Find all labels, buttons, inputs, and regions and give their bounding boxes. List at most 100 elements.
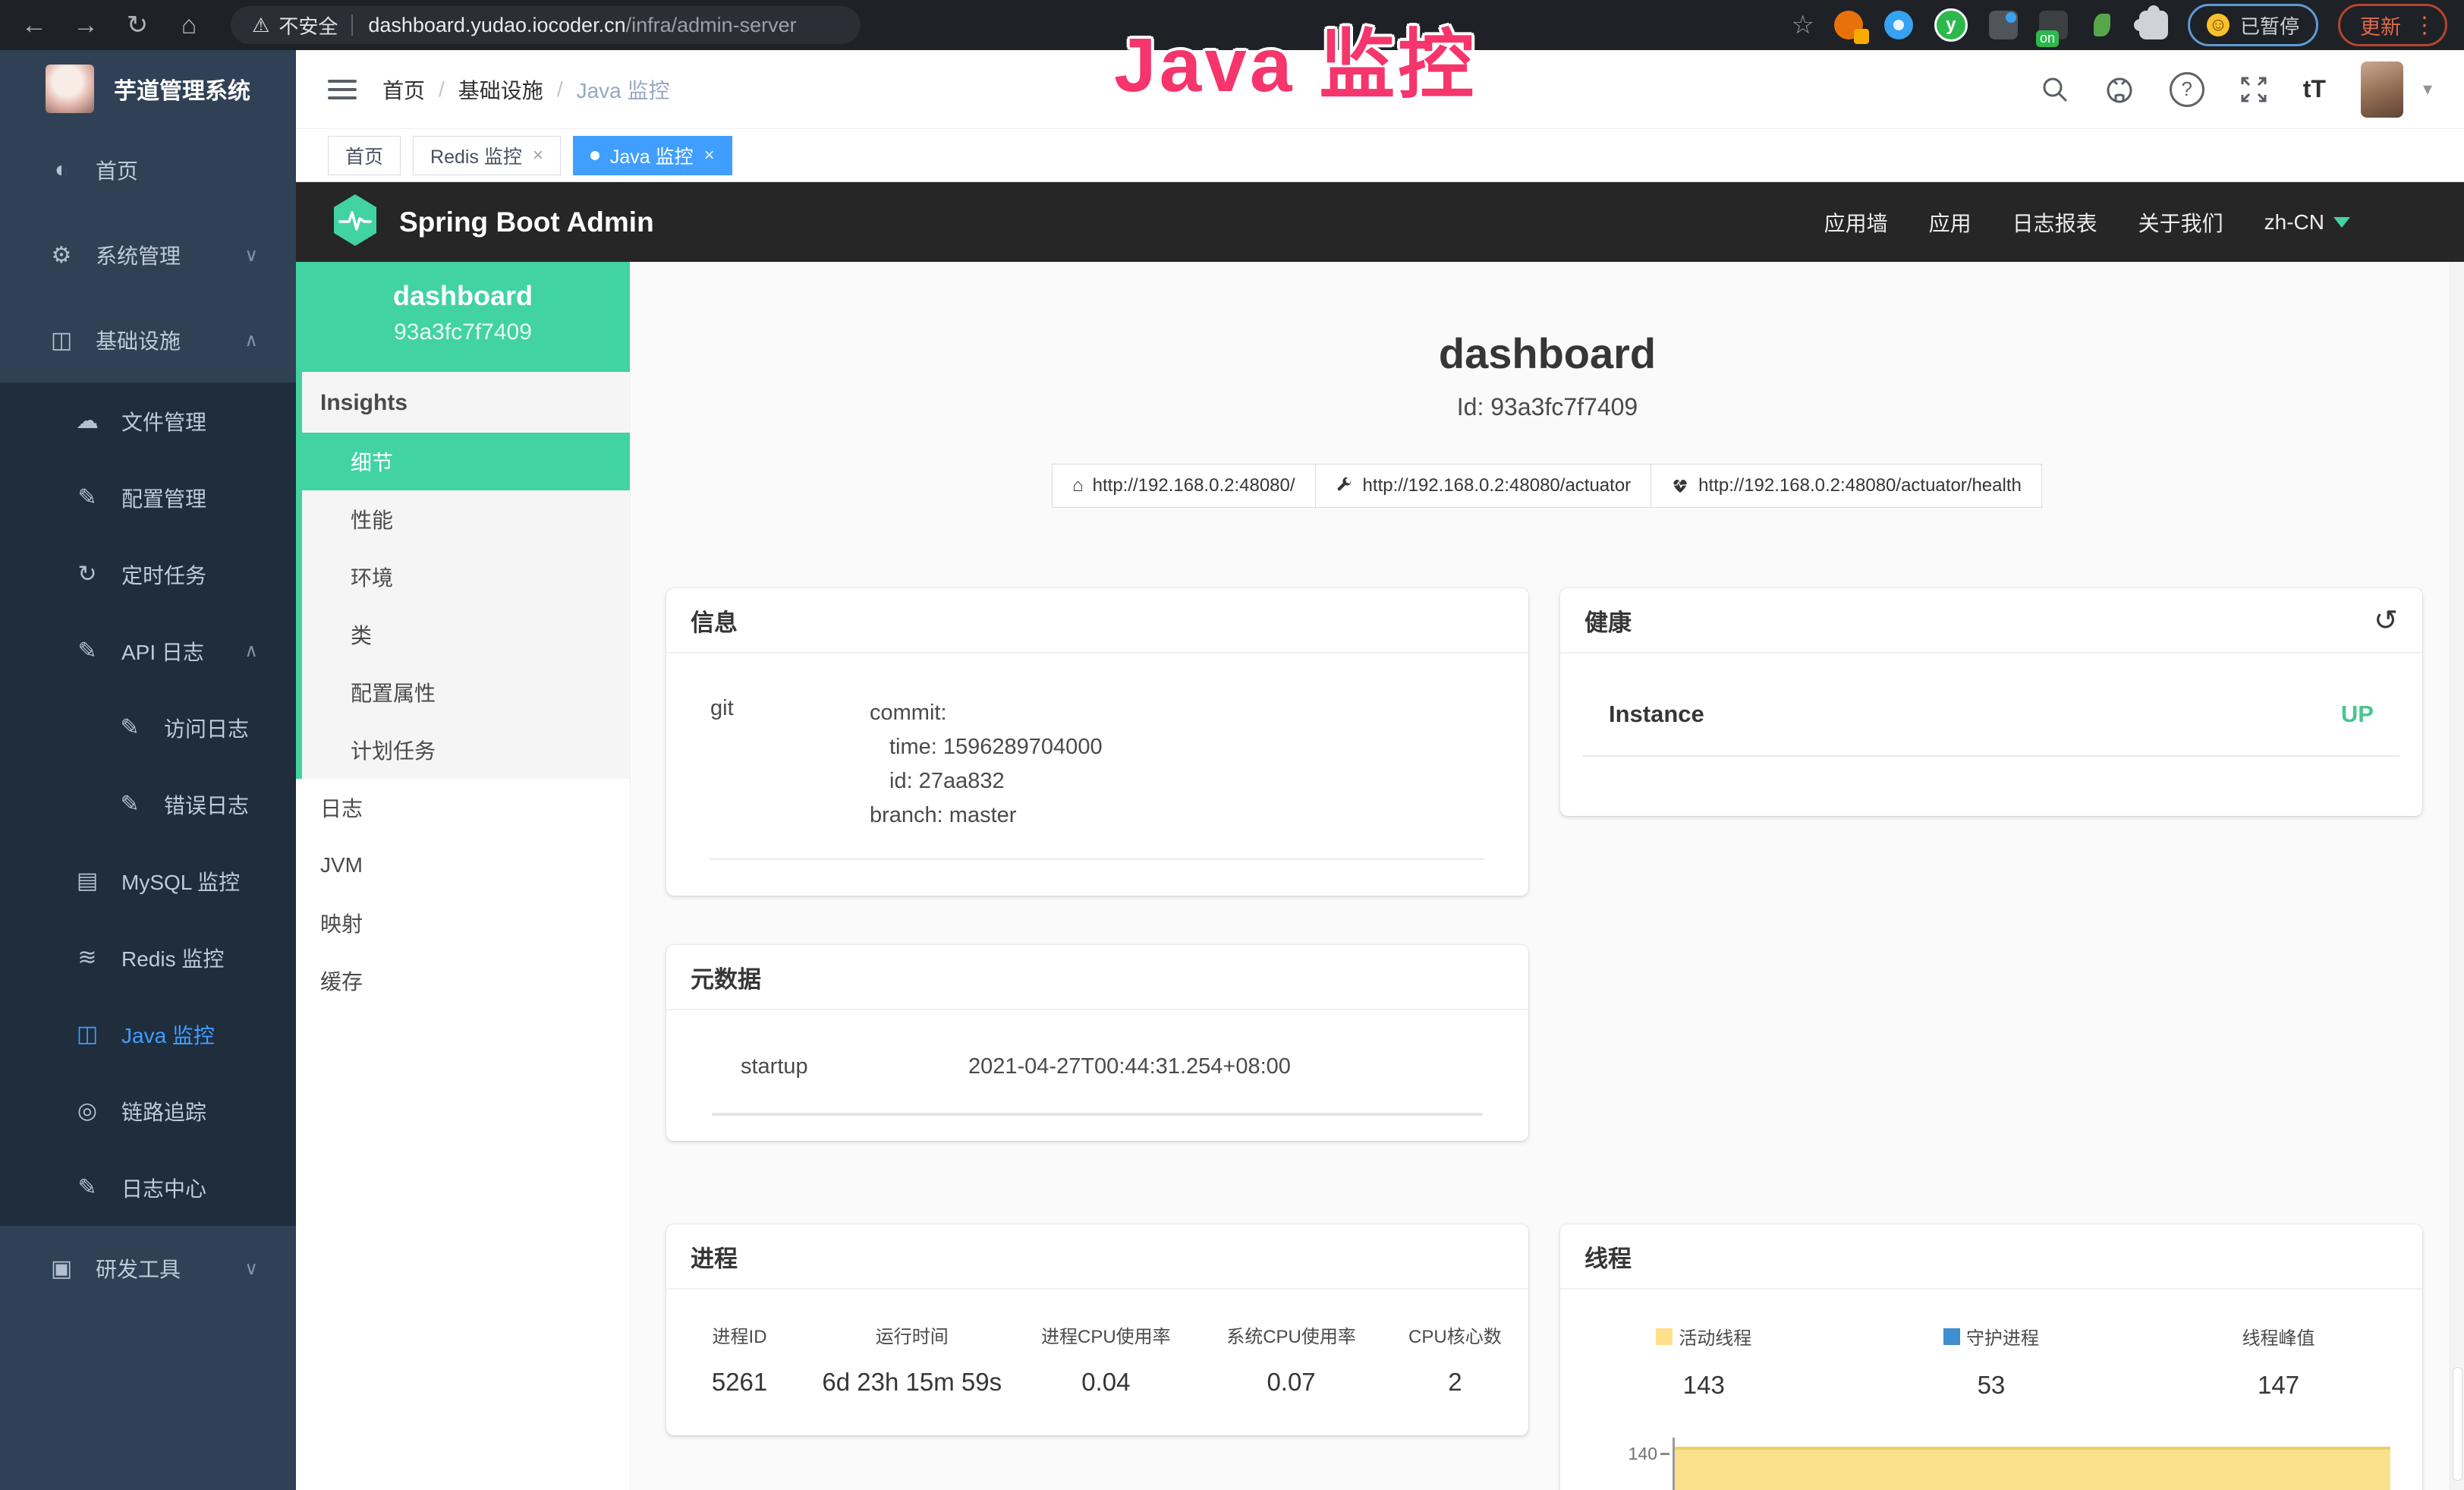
fullscreen-icon[interactable]: [2239, 75, 2268, 104]
sba-item-environment[interactable]: 环境: [302, 548, 630, 606]
puzzle-extensions-icon[interactable]: [2139, 11, 2168, 39]
legend-label: 守护进程: [1966, 1323, 2039, 1350]
reload-icon[interactable]: ↻: [120, 10, 155, 40]
breadcrumb-infra[interactable]: 基础设施: [458, 74, 543, 105]
sidebar-item-scheduled-jobs[interactable]: ↻ 定时任务: [0, 536, 296, 613]
sidebar-item-label: 错误日志: [164, 789, 249, 820]
sba-language-select[interactable]: zh-CN: [2264, 210, 2350, 235]
sidebar-item-home[interactable]: ◐ 首页: [0, 128, 296, 213]
sidebar-item-file-mgmt[interactable]: ☁ 文件管理: [0, 383, 296, 459]
tab-java-monitor[interactable]: Java 监控 ×: [573, 136, 732, 175]
sba-item-jvm[interactable]: JVM: [296, 836, 630, 894]
onetab-extension-icon[interactable]: on: [2039, 11, 2068, 39]
github-icon[interactable]: [2104, 74, 2135, 105]
sba-item-config-props[interactable]: 配置属性: [302, 663, 630, 721]
bookmark-star-icon[interactable]: ☆: [1792, 10, 1814, 40]
content-scrollbar[interactable]: [2450, 262, 2464, 1490]
instance-id-line: Id: 93a3fc7f7409: [631, 393, 2464, 421]
url-path: /infra/admin-server: [626, 14, 797, 36]
forward-icon[interactable]: →: [68, 11, 103, 40]
back-icon[interactable]: ←: [17, 11, 52, 40]
clipboard-icon: ▣: [47, 1255, 76, 1282]
not-secure-warning-icon: ⚠: [252, 14, 269, 37]
url-text[interactable]: dashboard.yudao.iocoder.cn/infra/admin-s…: [368, 14, 796, 37]
extension-icon-orange[interactable]: [1834, 11, 1863, 39]
browser-update-button[interactable]: 更新 ⋮: [2338, 4, 2447, 46]
history-icon[interactable]: ↺: [2374, 603, 2398, 638]
sidebar-item-api-log[interactable]: ✎ API 日志 ∧: [0, 613, 296, 689]
user-avatar[interactable]: [2361, 61, 2403, 118]
sba-item-metrics[interactable]: 性能: [302, 490, 630, 548]
sidebar-item-access-log[interactable]: ✎ 访问日志: [0, 689, 296, 766]
sba-item-caches[interactable]: 缓存: [296, 952, 630, 1010]
avatar-caret-icon[interactable]: ▾: [2423, 78, 2432, 100]
metadata-row-key: startup: [741, 1054, 968, 1079]
info-row-value: commit: time: 1596289704000 id: 27aa832 …: [870, 696, 1103, 833]
scrollbar-thumb[interactable]: [2453, 1367, 2462, 1481]
sidebar-item-label: API 日志: [121, 636, 204, 666]
instance-header[interactable]: dashboard 93a3fc7f7409: [296, 262, 630, 372]
sidebar-item-infra[interactable]: ◫ 基础设施 ∧: [0, 298, 296, 383]
location-pin-extension-icon[interactable]: [1884, 11, 1913, 39]
health-instance-row[interactable]: Instance UP: [1560, 654, 2422, 728]
browser-home-icon[interactable]: ⌂: [172, 11, 206, 40]
help-icon[interactable]: ?: [2170, 72, 2204, 107]
cell-value: 5261: [666, 1368, 813, 1397]
sidebar-item-label: 访问日志: [164, 713, 249, 743]
close-icon[interactable]: ×: [704, 145, 715, 166]
sba-nav-applications[interactable]: 应用: [1929, 207, 1972, 238]
breadcrumb-home[interactable]: 首页: [382, 74, 425, 105]
sidebar-item-dev-tools[interactable]: ▣ 研发工具 ∨: [0, 1226, 296, 1311]
insights-group: Insights 细节 性能 环境 类 配置属性 计划任务: [296, 372, 630, 779]
sidebar-collapse-icon[interactable]: [328, 80, 357, 99]
update-label: 更新: [2360, 11, 2401, 40]
sidebar-item-error-log[interactable]: ✎ 错误日志: [0, 766, 296, 843]
plant-extension-icon[interactable]: [2089, 11, 2118, 39]
sba-item-details[interactable]: 细节: [302, 433, 630, 490]
on-badge: on: [2036, 30, 2059, 47]
sidebar-item-mysql-monitor[interactable]: ▤ MySQL 监控: [0, 843, 296, 919]
health-url-button[interactable]: http://192.168.0.2:48080/actuator/health: [1651, 464, 2042, 508]
breadcrumb-separator: /: [557, 77, 563, 102]
close-icon[interactable]: ×: [533, 145, 543, 166]
browser-menu-icon[interactable]: ⋮: [2413, 12, 2436, 39]
sidebar-item-system[interactable]: ⚙ 系统管理 ∨: [0, 213, 296, 298]
not-secure-label[interactable]: 不安全: [278, 11, 338, 39]
tab-redis-monitor[interactable]: Redis 监控 ×: [413, 136, 561, 175]
sba-nav-wallboard[interactable]: 应用墙: [1824, 207, 1888, 238]
app-logo-row[interactable]: 芋道管理系统: [0, 50, 296, 128]
card-title: 信息: [691, 603, 738, 638]
dashboard-icon: ◐: [47, 157, 76, 183]
address-bar[interactable]: ⚠ 不安全 dashboard.yudao.iocoder.cn/infra/a…: [231, 6, 861, 44]
sidebar-item-log-center[interactable]: ✎ 日志中心: [0, 1149, 296, 1226]
live-threads-swatch: [1656, 1328, 1673, 1345]
grid-extension-icon[interactable]: [1989, 11, 2018, 39]
sba-logo-icon[interactable]: [331, 193, 379, 251]
sidebar-item-config-mgmt[interactable]: ✎ 配置管理: [0, 459, 296, 536]
sba-nav-journal[interactable]: 日志报表: [2012, 207, 2097, 238]
tab-label: Java 监控: [610, 142, 694, 169]
paused-profile-badge[interactable]: ☺ 已暂停: [2188, 4, 2318, 46]
page-annotation: Java 监控: [1114, 3, 1477, 113]
sidebar-item-tracing[interactable]: ◎ 链路追踪: [0, 1073, 296, 1149]
tab-home[interactable]: 首页: [328, 136, 401, 175]
sba-title[interactable]: Spring Boot Admin: [399, 206, 654, 238]
y-extension-icon[interactable]: y: [1934, 8, 1968, 42]
sidebar-item-java-monitor[interactable]: ◫ Java 监控: [0, 996, 296, 1073]
header-actions: ? tT ▾: [2041, 61, 2432, 118]
search-icon[interactable]: [2041, 75, 2069, 104]
sba-item-scheduled-tasks[interactable]: 计划任务: [302, 721, 630, 779]
actuator-url-button[interactable]: http://192.168.0.2:48080/actuator: [1315, 464, 1652, 508]
font-size-icon[interactable]: tT: [2303, 75, 2326, 103]
sba-nav-about[interactable]: 关于我们: [2138, 207, 2223, 238]
sidebar-item-label: 配置管理: [121, 483, 206, 513]
service-url-button[interactable]: ⌂ http://192.168.0.2:48080/: [1052, 464, 1315, 508]
sba-item-logs[interactable]: 日志: [296, 779, 630, 836]
instance-hero: dashboard Id: 93a3fc7f7409: [631, 262, 2464, 421]
sba-item-classes[interactable]: 类: [302, 606, 630, 663]
sba-item-mappings[interactable]: 映射: [296, 894, 630, 952]
tags-view-bar: 首页 Redis 监控 × Java 监控 ×: [296, 129, 2464, 182]
cell-value: 0.04: [1011, 1368, 1201, 1397]
sidebar-item-redis-monitor[interactable]: ≋ Redis 监控: [0, 919, 296, 996]
process-table: 进程ID 5261 运行时间 6d 23h 15m 59s 进程CPU使用率 0…: [666, 1290, 1528, 1397]
